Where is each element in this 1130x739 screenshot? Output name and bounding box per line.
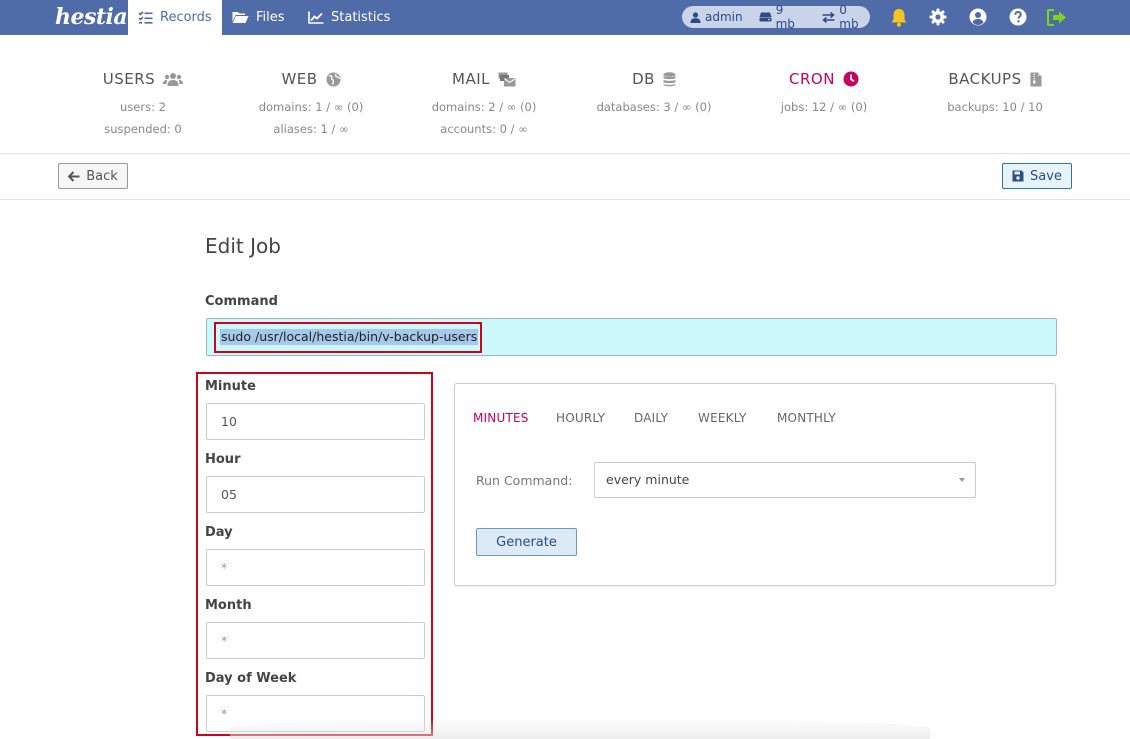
chevron-down-icon (959, 478, 965, 482)
disk-usage-value: 9 mb (775, 3, 795, 31)
users-icon (163, 73, 184, 86)
nav-statistics-label: Statistics (331, 10, 391, 25)
user-info-pill[interactable]: admin 9 mb 0 mb (682, 3, 870, 31)
clock-icon (843, 71, 859, 87)
settings-button[interactable] (927, 6, 949, 28)
sign-out-icon (1047, 8, 1066, 26)
stat-mail-line: accounts: 0 / ∞ (440, 122, 528, 136)
tab-monthly[interactable]: MONTHLY (777, 411, 836, 425)
hdd-icon (759, 12, 772, 22)
stat-cron[interactable]: CRON jobs: 12 / ∞ (0) (739, 35, 909, 116)
stats-overview: USERS users: 2 suspended: 0 WEB domains:… (0, 35, 1130, 154)
cron-generator-panel: MINUTES HOURLY DAILY WEEKLY MONTHLY Run … (454, 383, 1056, 586)
question-circle-icon (1009, 8, 1027, 26)
username: admin (705, 10, 743, 24)
back-button[interactable]: Back (58, 163, 128, 189)
notifications-button[interactable] (888, 6, 910, 28)
stat-db-line: databases: 3 / ∞ (0) (596, 100, 712, 114)
tab-weekly[interactable]: WEEKLY (698, 411, 747, 425)
arrow-left-icon (68, 170, 80, 182)
stat-backups[interactable]: BACKUPS backups: 10 / 10 (910, 35, 1080, 116)
tab-daily[interactable]: DAILY (634, 411, 668, 425)
profile-button[interactable] (967, 6, 989, 28)
generate-button[interactable]: Generate (476, 528, 577, 556)
stat-db[interactable]: DB databases: 3 / ∞ (0) (569, 35, 739, 116)
stat-cron-title: CRON (789, 70, 835, 88)
run-command-value: every minute (606, 472, 690, 487)
stat-web-line: domains: 1 / ∞ (0) (258, 100, 364, 114)
save-button-label: Save (1030, 168, 1062, 184)
generate-button-label: Generate (496, 534, 557, 550)
stat-web-line: aliases: 1 / ∞ (273, 122, 349, 136)
user-item: admin (690, 10, 743, 24)
nav-statistics[interactable]: Statistics (298, 0, 400, 35)
command-label: Command (205, 294, 278, 309)
nav-files-label: Files (256, 10, 285, 25)
nav-files[interactable]: Files (222, 0, 295, 35)
help-button[interactable] (1007, 6, 1029, 28)
save-button[interactable]: Save (1002, 163, 1072, 189)
top-navbar: hestia Records Files Statistics admin 9 … (0, 0, 1130, 35)
list-check-icon (138, 11, 153, 24)
tab-minutes[interactable]: MINUTES (473, 411, 529, 425)
bell-icon (891, 8, 907, 27)
bandwidth-usage: 0 mb (822, 3, 870, 31)
stat-mail-title: MAIL (452, 70, 490, 88)
stat-db-title: DB (632, 70, 655, 88)
stat-cron-line: jobs: 12 / ∞ (0) (780, 100, 868, 114)
user-icon (690, 11, 701, 23)
action-toolbar: Back Save (0, 154, 1130, 200)
user-circle-icon (969, 8, 987, 26)
hestia-logo[interactable]: hestia (55, 2, 128, 33)
stat-web-title: WEB (281, 70, 318, 88)
mail-bulk-icon (498, 72, 516, 86)
bandwidth-usage-value: 0 mb (839, 3, 859, 31)
folder-open-icon (232, 12, 249, 23)
chart-line-icon (308, 11, 324, 24)
stat-mail-line: domains: 2 / ∞ (0) (431, 100, 537, 114)
exchange-icon (822, 11, 835, 23)
gear-icon (929, 8, 947, 26)
page-title: Edit Job (205, 234, 281, 258)
globe-icon (326, 72, 341, 86)
stat-users-title: USERS (102, 70, 156, 88)
save-icon (1012, 170, 1024, 182)
nav-records-label: Records (160, 10, 212, 25)
stat-users-line: users: 2 (120, 100, 166, 114)
nav-records[interactable]: Records (128, 0, 222, 35)
stat-backups-title: BACKUPS (948, 70, 1022, 88)
bottom-shadow (230, 718, 930, 739)
run-command-select[interactable]: every minute (594, 462, 976, 498)
stat-backups-line: backups: 10 / 10 (947, 100, 1043, 114)
stat-users-line: suspended: 0 (104, 122, 182, 136)
stat-mail[interactable]: MAIL domains: 2 / ∞ (0) accounts: 0 / ∞ (399, 35, 569, 138)
tab-hourly[interactable]: HOURLY (556, 411, 605, 425)
database-icon (663, 71, 676, 86)
highlight-box-command (214, 322, 482, 353)
file-archive-icon (1030, 72, 1042, 86)
disk-usage: 9 mb (759, 3, 807, 31)
highlight-box-schedule-fields (196, 372, 433, 736)
logout-button[interactable] (1046, 6, 1068, 28)
stat-web[interactable]: WEB domains: 1 / ∞ (0) aliases: 1 / ∞ (226, 35, 396, 138)
run-command-label: Run Command: (476, 473, 573, 488)
back-button-label: Back (86, 168, 118, 184)
stat-users[interactable]: USERS users: 2 suspended: 0 (58, 35, 228, 138)
